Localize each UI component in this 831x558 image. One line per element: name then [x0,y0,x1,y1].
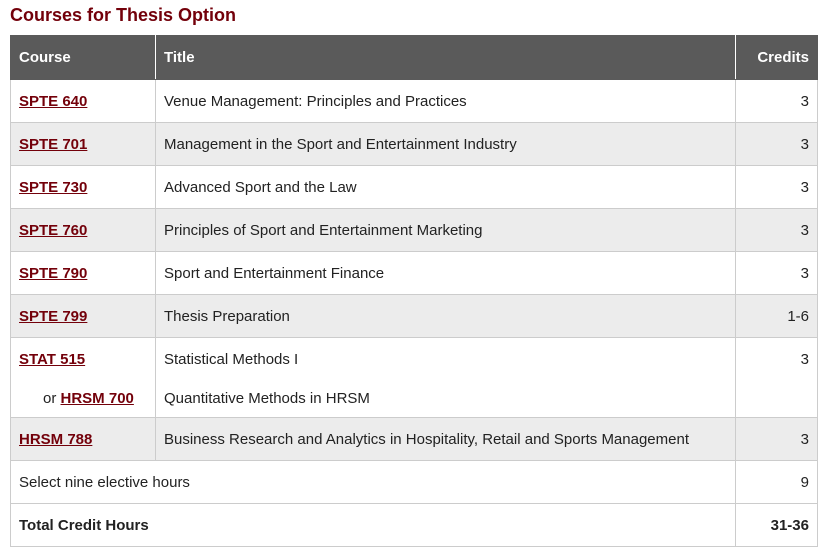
table-row: STAT 515 Statistical Methods I 3 [10,337,818,381]
credits-cell: 3 [735,208,818,252]
table-row: SPTE 790 Sport and Entertainment Finance… [10,251,818,295]
course-link-hrsm-700[interactable]: HRSM 700 [61,390,134,407]
course-cell: HRSM 788 [10,417,156,461]
credits-cell: 3 [735,251,818,295]
title-cell: Sport and Entertainment Finance [155,251,736,295]
credits-cell: 3 [735,122,818,166]
elective-label: Select nine elective hours [10,460,736,504]
elective-credits: 9 [735,460,818,504]
course-link-spte-790[interactable]: SPTE 790 [19,265,87,282]
column-header-title: Title [155,35,736,80]
table-row: SPTE 701 Management in the Sport and Ent… [10,122,818,166]
credits-cell: 3 [735,417,818,461]
course-cell: SPTE 730 [10,165,156,209]
course-link-stat-515[interactable]: STAT 515 [19,351,85,368]
course-cell: SPTE 760 [10,208,156,252]
course-link-spte-730[interactable]: SPTE 730 [19,179,87,196]
title-cell: Venue Management: Principles and Practic… [155,79,736,123]
course-cell: SPTE 790 [10,251,156,295]
total-credits: 31-36 [735,503,818,547]
table-row: SPTE 730 Advanced Sport and the Law 3 [10,165,818,209]
course-cell: SPTE 640 [10,79,156,123]
credits-cell [735,380,818,418]
title-cell: Quantitative Methods in HRSM [155,380,736,418]
course-link-hrsm-788[interactable]: HRSM 788 [19,431,92,448]
table-row: SPTE 640 Venue Management: Principles an… [10,79,818,123]
table-row-alternative: or HRSM 700 Quantitative Methods in HRSM [10,380,818,418]
course-cell: STAT 515 [10,337,156,381]
table-row: SPTE 799 Thesis Preparation 1-6 [10,294,818,338]
total-row: Total Credit Hours 31-36 [10,503,818,547]
course-cell: SPTE 701 [10,122,156,166]
credits-cell: 3 [735,165,818,209]
course-cell: or HRSM 700 [10,380,156,418]
table-header-row: Course Title Credits [10,35,818,80]
course-link-spte-760[interactable]: SPTE 760 [19,222,87,239]
section-heading: Courses for Thesis Option [10,5,237,25]
title-cell: Advanced Sport and the Law [155,165,736,209]
column-header-credits: Credits [735,35,818,80]
course-link-spte-701[interactable]: SPTE 701 [19,136,87,153]
elective-row: Select nine elective hours 9 [10,460,818,504]
course-link-spte-799[interactable]: SPTE 799 [19,308,87,325]
course-cell: SPTE 799 [10,294,156,338]
title-cell: Thesis Preparation [155,294,736,338]
or-prefix: or [43,390,57,408]
column-header-course: Course [10,35,156,80]
table-row: HRSM 788 Business Research and Analytics… [10,417,818,461]
credits-cell: 3 [735,337,818,381]
credits-cell: 1-6 [735,294,818,338]
title-cell: Principles of Sport and Entertainment Ma… [155,208,736,252]
total-label: Total Credit Hours [10,503,736,547]
page: Courses for Thesis Option Course Title C… [0,0,831,558]
credits-cell: 3 [735,79,818,123]
table-row: SPTE 760 Principles of Sport and Enterta… [10,208,818,252]
courses-table: Course Title Credits SPTE 640 Venue Mana… [10,35,818,547]
title-cell: Statistical Methods I [155,337,736,381]
title-cell: Management in the Sport and Entertainmen… [155,122,736,166]
title-cell: Business Research and Analytics in Hospi… [155,417,736,461]
course-link-spte-640[interactable]: SPTE 640 [19,93,87,110]
